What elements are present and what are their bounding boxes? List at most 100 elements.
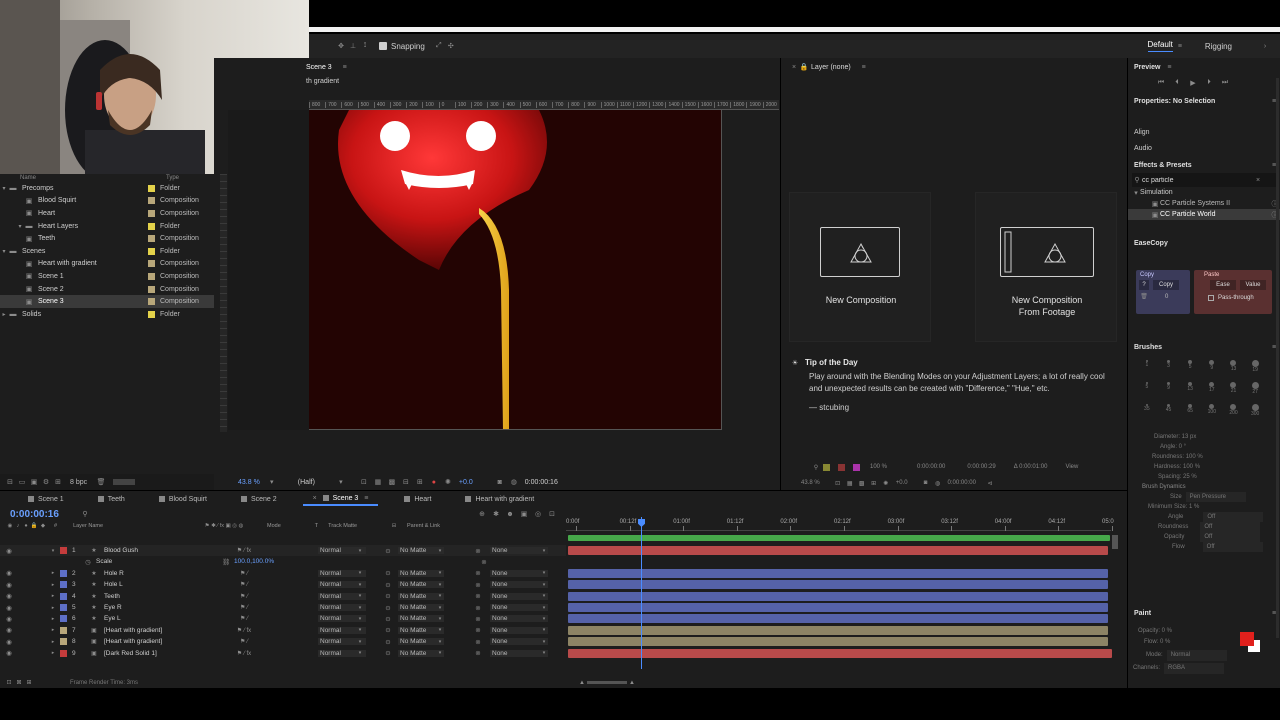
- preserve-transparency-icon[interactable]: ⊙: [384, 569, 392, 577]
- layer-viewer-exp[interactable]: +0.0: [896, 480, 908, 486]
- brush-preset[interactable]: 5: [1136, 382, 1158, 402]
- visibility-eye-icon[interactable]: ◉: [5, 592, 13, 600]
- copy-button[interactable]: Copy: [1153, 280, 1179, 290]
- pick-whip-icon[interactable]: ⊚: [474, 604, 482, 612]
- col-track-matte[interactable]: Track Matte: [328, 523, 357, 529]
- effects-search-input[interactable]: [1142, 176, 1252, 184]
- dyn-opacity-select[interactable]: Off: [1200, 532, 1261, 542]
- layer-bar-pct[interactable]: 100 %: [870, 464, 887, 470]
- layer-footer-snapshot2-icon[interactable]: ◍: [932, 480, 944, 487]
- visibility-eye-icon[interactable]: ◉: [5, 615, 13, 623]
- layer-switches-icon[interactable]: ⚑ ⁄ fx: [224, 547, 264, 554]
- pick-whip-icon[interactable]: ⊚: [474, 626, 482, 634]
- project-col-name[interactable]: Name: [20, 175, 36, 181]
- timeline-tab[interactable]: × Scene 3 ≡: [302, 492, 379, 506]
- layer-footer-icon-3[interactable]: ▩: [856, 480, 868, 487]
- project-item[interactable]: ▣ Heart with gradient Composition: [0, 258, 214, 271]
- layer-label-color[interactable]: [60, 592, 67, 600]
- layer-label-color[interactable]: [60, 626, 67, 634]
- layer-switches-icon[interactable]: ⚑ ⁄: [224, 604, 264, 611]
- pick-whip-icon[interactable]: ⊚: [474, 569, 482, 577]
- brush-preset[interactable]: 100: [1201, 404, 1223, 424]
- min-size-label[interactable]: Minimum Size: 1 %: [1128, 502, 1280, 512]
- pin-tool-icon[interactable]: ⊥: [347, 42, 359, 50]
- layer-switches-icon[interactable]: ⚑ ⁄: [224, 570, 264, 577]
- bit-depth[interactable]: 8 bpc: [70, 479, 87, 486]
- comp-canvas[interactable]: [228, 110, 722, 430]
- diameter-label[interactable]: Diameter: 13 px: [1128, 432, 1280, 442]
- footer-icon-1[interactable]: ⊡: [4, 679, 14, 686]
- scale-property-row[interactable]: ◷ Scale ⛓ 100.0,100.0% ⊚: [0, 556, 566, 567]
- disclosure-triangle-icon[interactable]: ▾: [0, 248, 8, 255]
- paint-foreground-swatch[interactable]: [1240, 632, 1254, 646]
- layer-row[interactable]: ◉ ▾ 1 ★ Blood Gush ⚑ ⁄ fx Normal ▾ ⊙ No Matte ▾ ⊚ No…: [0, 545, 566, 556]
- stopwatch-icon[interactable]: ◷: [84, 558, 92, 566]
- preserve-transparency-icon[interactable]: ⊙: [384, 626, 392, 634]
- layer-switches-icon[interactable]: ⚑ ⁄ fx: [224, 650, 264, 657]
- size-select[interactable]: Pen Pressure: [1185, 492, 1246, 502]
- comp-mini-flowchart-icon[interactable]: ⊕: [475, 510, 489, 518]
- roundness-label[interactable]: Roundness: 100 %: [1128, 452, 1280, 462]
- preserve-transparency-icon[interactable]: ⊙: [384, 649, 392, 657]
- brush-preset[interactable]: 5: [1179, 360, 1201, 380]
- layer-row[interactable]: ◉ ▸ 6 ★ Eye L ⚑ ⁄ Normal ▾ ⊙ No Matte ▾ ⊚ None ▾: [0, 613, 566, 624]
- motion-blur-icon[interactable]: ◎: [531, 510, 545, 518]
- zoom-out-icon[interactable]: ▲: [577, 680, 587, 686]
- paint-opacity[interactable]: Opacity: 0 %: [1128, 626, 1280, 637]
- layer-duration-bar[interactable]: [568, 648, 1112, 658]
- angle-label[interactable]: Angle: 0 °: [1128, 442, 1280, 452]
- timeline-tab[interactable]: Teeth: [90, 492, 133, 506]
- label-swatch[interactable]: [148, 310, 155, 318]
- brush-preset[interactable]: 300: [1244, 404, 1266, 424]
- comp-tab-menu-icon[interactable]: ≡: [340, 64, 350, 71]
- brush-preset[interactable]: 9: [1158, 382, 1180, 402]
- first-frame-icon[interactable]: ⏮: [1156, 79, 1166, 87]
- expand-triangle-icon[interactable]: ▾: [50, 548, 56, 554]
- project-item[interactable]: ▣ Scene 2 Composition: [0, 283, 214, 296]
- pick-whip-icon[interactable]: ⊚: [474, 615, 482, 623]
- brush-preset[interactable]: 35: [1136, 404, 1158, 424]
- interpret-footage-icon[interactable]: ⊟: [4, 478, 16, 486]
- transparency-grid-icon[interactable]: ▦: [371, 478, 385, 486]
- layer-row[interactable]: ◉ ▸ 5 ★ Eye R ⚑ ⁄ Normal ▾ ⊙ No Matte ▾ ⊚ None ▾: [0, 602, 566, 613]
- audio-header[interactable]: Audio: [1128, 139, 1280, 157]
- workspace-chevron-icon[interactable]: ›: [1260, 43, 1270, 50]
- comp-resolution-select[interactable]: (Half): [298, 479, 315, 486]
- brush-preset[interactable]: 65: [1179, 404, 1201, 424]
- label-swatch[interactable]: [148, 235, 155, 243]
- scale-value[interactable]: 100.0,100.0%: [234, 558, 274, 565]
- label-swatch[interactable]: [148, 285, 155, 293]
- workspace-rigging[interactable]: Rigging: [1205, 42, 1232, 51]
- new-comp-icon[interactable]: ▣: [28, 478, 40, 486]
- comp-zoom-select[interactable]: 43.8 %: [238, 479, 260, 486]
- label-swatch[interactable]: [148, 247, 155, 255]
- spacing-label[interactable]: Spacing: 25 %: [1128, 472, 1280, 482]
- label-swatch[interactable]: [148, 197, 155, 205]
- visibility-eye-icon[interactable]: ◉: [5, 569, 13, 577]
- show-channel-icon[interactable]: ✺: [441, 478, 455, 486]
- pick-whip-icon[interactable]: ⊚: [474, 547, 482, 555]
- ease-button[interactable]: Ease: [1210, 280, 1236, 290]
- workspace-menu-icon[interactable]: ≡: [1173, 43, 1187, 50]
- draft-3d-icon[interactable]: ✱: [489, 510, 503, 518]
- show-snapshot-icon[interactable]: ◍: [507, 478, 521, 486]
- tab-menu-icon[interactable]: ≡: [362, 495, 370, 502]
- layer-row[interactable]: ◉ ▸ 2 ★ Hole R ⚑ ⁄ Normal ▾ ⊙ No Matte ▾ ⊚ None ▾: [0, 568, 566, 579]
- layer-switches-icon[interactable]: ⚑ ⁄: [224, 581, 264, 588]
- comp-timecode[interactable]: 0:00:00:16: [525, 479, 558, 486]
- layer-label-color[interactable]: [60, 615, 67, 623]
- brush-preset[interactable]: 19: [1244, 360, 1266, 380]
- layer-bar-icon-1[interactable]: ⚲: [809, 464, 823, 471]
- keyframe-nav-icon[interactable]: ⊚: [480, 558, 488, 566]
- paint-title[interactable]: Paint: [1134, 610, 1151, 617]
- layer-footer-icon-5[interactable]: ✺: [880, 480, 892, 487]
- layer-bar-swatch-1[interactable]: [823, 463, 830, 471]
- col-mode[interactable]: Mode: [267, 523, 281, 529]
- layer-duration-bar[interactable]: [568, 546, 1108, 555]
- project-item[interactable]: ▸ ▬ Solids Folder: [0, 308, 214, 321]
- layer-switches-icon[interactable]: ⚑ ⁄: [224, 615, 264, 622]
- hand-tool-icon[interactable]: ✥: [335, 42, 347, 50]
- preview-title[interactable]: Preview: [1134, 64, 1160, 71]
- expand-triangle-icon[interactable]: ▸: [50, 593, 56, 599]
- expand-triangle-icon[interactable]: ▸: [50, 582, 56, 588]
